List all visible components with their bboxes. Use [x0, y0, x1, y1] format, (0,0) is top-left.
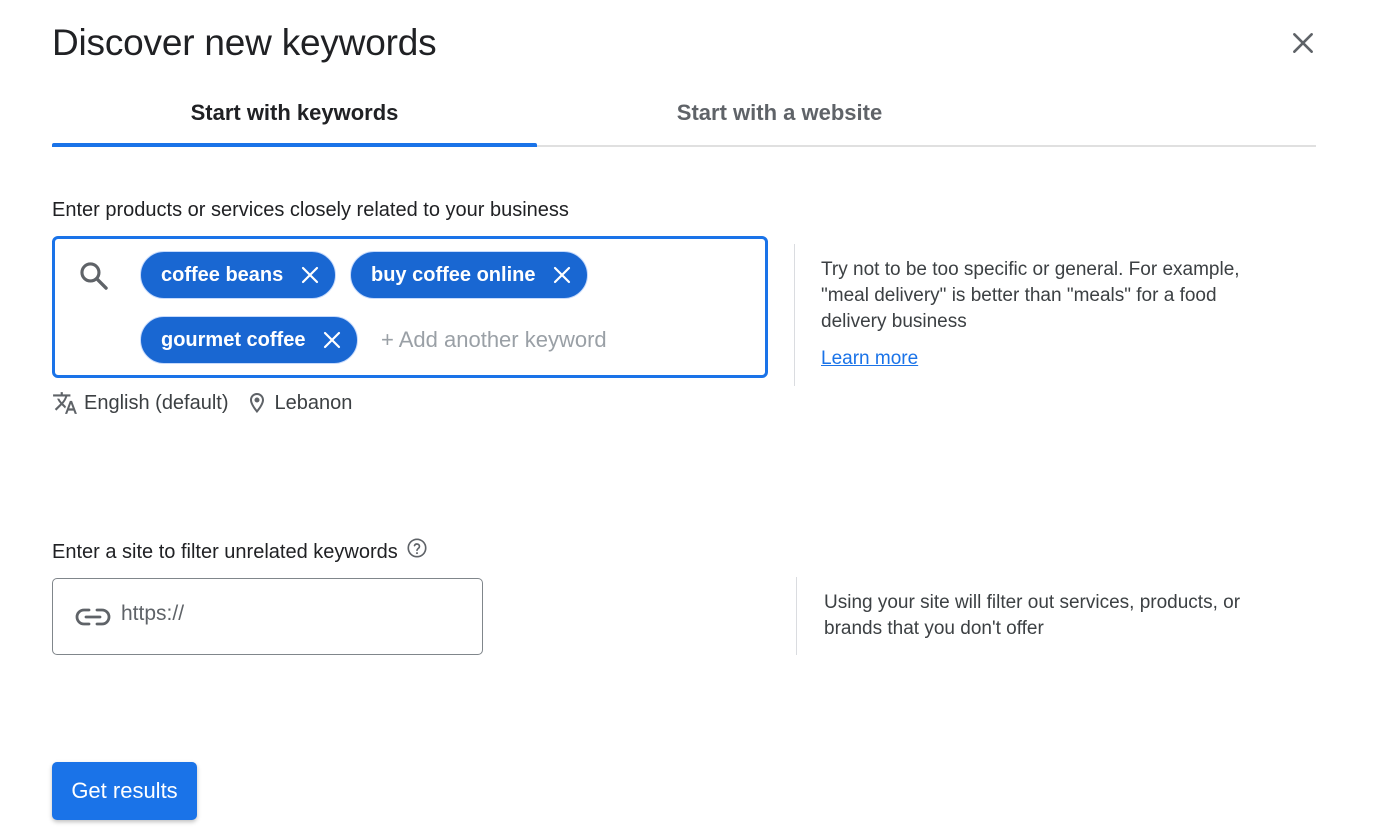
site-field-label: Enter a site to filter unrelated keyword…: [52, 537, 428, 564]
keywords-input-box[interactable]: coffee beans buy coffee online gourmet c…: [52, 236, 768, 378]
close-button[interactable]: [1284, 24, 1322, 62]
location-selector[interactable]: Lebanon: [245, 391, 353, 415]
close-icon: [302, 266, 319, 284]
link-icon: [75, 608, 111, 626]
remove-keyword-button[interactable]: [319, 327, 345, 353]
remove-keyword-button[interactable]: [549, 262, 575, 288]
active-tab-indicator: [52, 143, 537, 147]
close-icon: [324, 331, 341, 349]
keyword-chip[interactable]: gourmet coffee: [140, 316, 359, 364]
language-selector[interactable]: English (default): [52, 390, 229, 416]
add-keyword-input[interactable]: [381, 327, 741, 353]
site-help-text: Using your site will filter out services…: [824, 592, 1241, 639]
targeting-settings: English (default) Lebanon: [52, 390, 352, 416]
tab-start-with-keywords[interactable]: Start with keywords: [52, 80, 537, 146]
site-url-input[interactable]: [121, 602, 461, 626]
keywords-help-text: Try not to be too specific or general. F…: [821, 259, 1240, 332]
keywords-help-panel: Try not to be too specific or general. F…: [794, 244, 1284, 386]
site-help-panel: Using your site will filter out services…: [796, 577, 1296, 655]
keyword-chip[interactable]: buy coffee online: [350, 251, 589, 299]
help-circle-icon[interactable]: [406, 537, 428, 559]
translate-icon: [53, 392, 77, 414]
close-icon: [554, 266, 571, 284]
keywords-field-label: Enter products or services closely relat…: [52, 199, 569, 221]
location-pin-icon: [249, 393, 264, 413]
search-icon: [80, 262, 108, 290]
remove-keyword-button[interactable]: [297, 262, 323, 288]
keyword-chip-label: coffee beans: [161, 263, 284, 286]
keyword-chip[interactable]: coffee beans: [140, 251, 337, 299]
language-value: English (default): [84, 391, 229, 414]
keyword-chip-label: gourmet coffee: [161, 328, 306, 351]
tab-bar: Start with keywords Start with a website: [52, 80, 1316, 147]
tab-start-with-website[interactable]: Start with a website: [537, 80, 1022, 146]
get-results-button[interactable]: Get results: [52, 762, 197, 820]
location-value: Lebanon: [274, 391, 353, 414]
site-url-field[interactable]: [52, 578, 483, 655]
learn-more-link[interactable]: Learn more: [821, 348, 918, 370]
close-icon: [1293, 33, 1313, 53]
site-field-label-text: Enter a site to filter unrelated keyword…: [52, 541, 398, 563]
dialog-title: Discover new keywords: [52, 22, 437, 63]
keyword-chip-label: buy coffee online: [371, 263, 536, 286]
